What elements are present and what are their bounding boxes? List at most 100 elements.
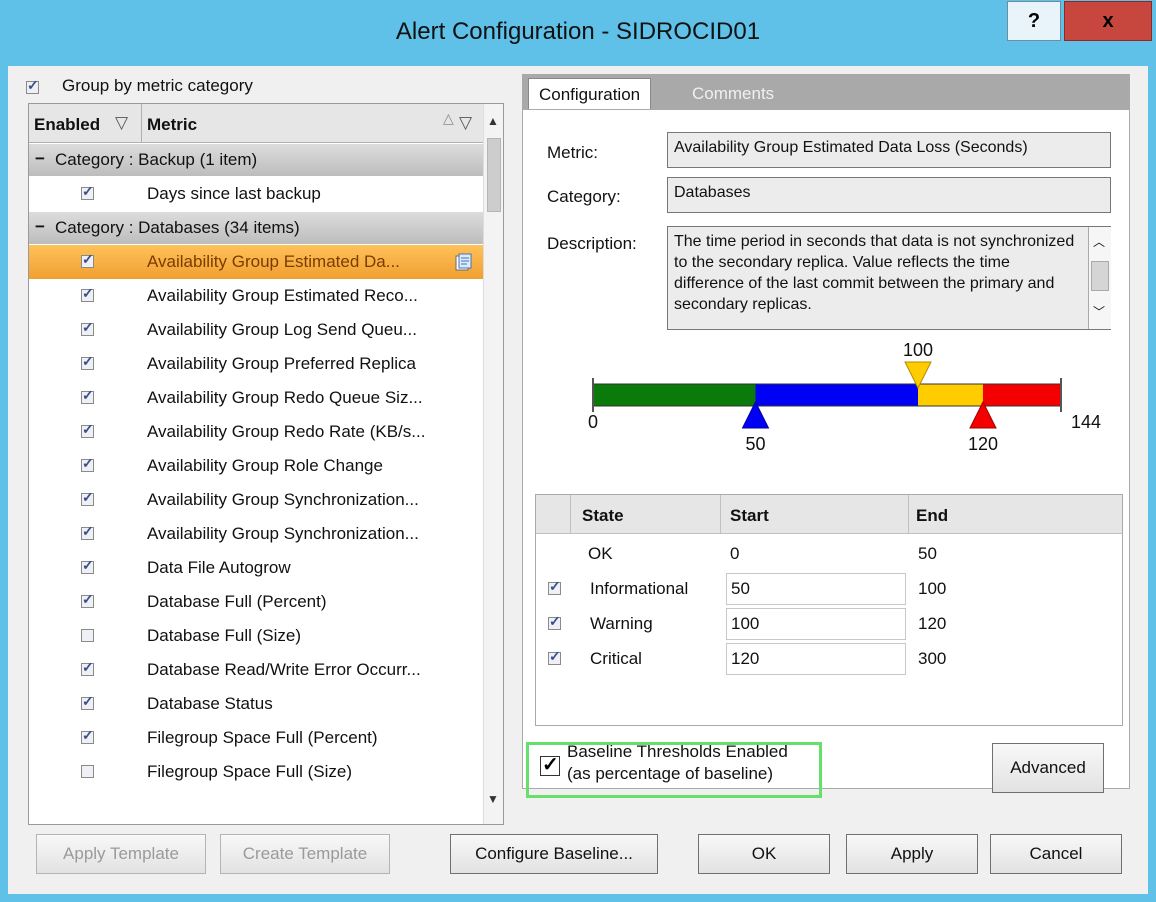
apply-button[interactable]: Apply	[846, 834, 978, 874]
enabled-checkbox[interactable]	[81, 727, 94, 744]
table-row[interactable]: Data File Autogrow	[29, 551, 483, 585]
metric-grid-scrollbar[interactable]: ▲ ▼	[483, 104, 503, 824]
cancel-button[interactable]: Cancel	[990, 834, 1122, 874]
metric-name: Database Full (Percent)	[147, 592, 327, 611]
baseline-percentage-label: (as percentage of baseline)	[567, 764, 774, 783]
metric-grid: Enabled ▽ Metric △ ▽ − Category : Backup…	[28, 103, 504, 825]
enabled-checkbox[interactable]	[81, 693, 94, 710]
edit-icon[interactable]	[453, 252, 473, 272]
enabled-checkbox[interactable]	[81, 489, 94, 506]
warning-threshold-label: 100	[903, 340, 933, 360]
category-row-databases[interactable]: − Category : Databases (34 items)	[29, 212, 483, 244]
start-value-input[interactable]: 120	[726, 643, 906, 675]
sort-arrow-icon[interactable]: △	[443, 110, 454, 127]
critical-threshold-label: 120	[968, 434, 998, 454]
close-button[interactable]: x	[1064, 1, 1152, 41]
category-row-backup[interactable]: − Category : Backup (1 item)	[29, 144, 483, 176]
enabled-checkbox[interactable]	[81, 421, 94, 438]
metric-name: Database Status	[147, 694, 273, 713]
end-value: 120	[918, 614, 947, 633]
metric-field: Availability Group Estimated Data Loss (…	[667, 132, 1111, 168]
filter-icon[interactable]: ▽	[459, 113, 472, 133]
enabled-checkbox[interactable]	[81, 353, 94, 370]
table-row[interactable]: Filegroup Space Full (Size)	[29, 755, 483, 789]
table-row[interactable]: Filegroup Space Full (Percent)	[29, 721, 483, 755]
table-row[interactable]: Database Full (Size)	[29, 619, 483, 653]
description-field: The time period in seconds that data is …	[667, 226, 1111, 330]
column-header-metric[interactable]: Metric	[147, 115, 197, 135]
tab-comments[interactable]: Comments	[682, 78, 784, 110]
scrollbar-thumb[interactable]	[1091, 261, 1109, 291]
create-template-button[interactable]: Create Template	[220, 834, 390, 874]
help-button[interactable]: ?	[1007, 1, 1061, 41]
scrollbar-thumb[interactable]	[487, 138, 501, 212]
state-name: Informational	[590, 579, 689, 598]
scroll-down-icon[interactable]: ▼	[487, 792, 499, 806]
tab-configuration[interactable]: Configuration	[528, 78, 652, 111]
advanced-button[interactable]: Advanced	[992, 743, 1104, 793]
table-row[interactable]: Availability Group Synchronization...	[29, 483, 483, 517]
configure-baseline-button[interactable]: Configure Baseline...	[450, 834, 658, 874]
table-row[interactable]: Availability Group Preferred Replica	[29, 347, 483, 381]
min-label: 0	[588, 412, 598, 432]
table-row[interactable]: Availability Group Redo Rate (KB/s...	[29, 415, 483, 449]
column-header-enabled[interactable]: Enabled	[34, 115, 100, 135]
selected-table-row[interactable]: Availability Group Estimated Da...	[29, 245, 483, 279]
description-scrollbar[interactable]: ︿ ﹀	[1088, 227, 1111, 329]
start-value-input[interactable]: 50	[726, 573, 906, 605]
collapse-icon[interactable]: −	[35, 217, 45, 237]
metric-name: Filegroup Space Full (Percent)	[147, 728, 378, 747]
group-by-category-checkbox[interactable]	[26, 77, 39, 94]
state-enabled-checkbox[interactable]	[548, 648, 561, 665]
threshold-slider[interactable]: 0 144 50 120 100	[523, 334, 1131, 494]
table-row[interactable]: Database Full (Percent)	[29, 585, 483, 619]
tab-strip: Configuration Comments	[522, 74, 1130, 111]
scroll-up-icon[interactable]: ▲	[487, 114, 499, 128]
enabled-checkbox[interactable]	[81, 183, 94, 200]
baseline-thresholds-checkbox[interactable]	[540, 752, 560, 777]
enabled-checkbox[interactable]	[81, 557, 94, 574]
chevron-down-icon[interactable]: ﹀	[1093, 303, 1105, 320]
max-label: 144	[1071, 412, 1101, 432]
table-row[interactable]: Availability Group Estimated Reco...	[29, 279, 483, 313]
enabled-checkbox[interactable]	[81, 387, 94, 404]
metric-name: Availability Group Log Send Queu...	[147, 320, 417, 339]
category-label: Category : Backup (1 item)	[55, 150, 258, 169]
start-value-input[interactable]: 100	[726, 608, 906, 640]
metric-name: Availability Group Role Change	[147, 456, 383, 475]
apply-template-button[interactable]: Apply Template	[36, 834, 206, 874]
table-row[interactable]: Database Status	[29, 687, 483, 721]
enabled-checkbox[interactable]	[81, 629, 94, 642]
table-row[interactable]: Availability Group Redo Queue Siz...	[29, 381, 483, 415]
table-row[interactable]: Database Read/Write Error Occurr...	[29, 653, 483, 687]
state-row-ok: OK 0 50	[536, 537, 1122, 571]
warning-range-segment	[918, 384, 983, 406]
metric-name: Availability Group Estimated Reco...	[147, 286, 418, 305]
filter-icon[interactable]: ▽	[115, 113, 128, 133]
enabled-checkbox[interactable]	[81, 319, 94, 336]
enabled-checkbox[interactable]	[81, 659, 94, 676]
state-enabled-checkbox[interactable]	[548, 578, 561, 595]
metric-name: Database Read/Write Error Occurr...	[147, 660, 421, 679]
table-row[interactable]: Availability Group Role Change	[29, 449, 483, 483]
enabled-checkbox[interactable]	[81, 765, 94, 778]
chevron-up-icon[interactable]: ︿	[1093, 233, 1105, 250]
metric-name: Days since last backup	[147, 184, 321, 203]
title-bar[interactable]: Alert Configuration - SIDROCID01 ? x	[0, 0, 1156, 66]
state-name: Critical	[590, 649, 642, 668]
group-by-category-label: Group by metric category	[62, 76, 253, 95]
table-row[interactable]: Days since last backup	[29, 177, 483, 211]
end-value: 100	[918, 579, 947, 598]
enabled-checkbox[interactable]	[81, 591, 94, 608]
enabled-checkbox[interactable]	[81, 523, 94, 540]
table-row[interactable]: Availability Group Log Send Queu...	[29, 313, 483, 347]
collapse-icon[interactable]: −	[35, 149, 45, 169]
ok-button[interactable]: OK	[698, 834, 830, 874]
table-row[interactable]: Availability Group Synchronization...	[29, 517, 483, 551]
state-enabled-checkbox[interactable]	[548, 613, 561, 630]
column-divider	[720, 495, 721, 533]
enabled-checkbox[interactable]	[81, 455, 94, 472]
enabled-checkbox[interactable]	[81, 251, 94, 268]
enabled-checkbox[interactable]	[81, 285, 94, 302]
state-row-critical: Critical 120 300	[536, 642, 1122, 676]
